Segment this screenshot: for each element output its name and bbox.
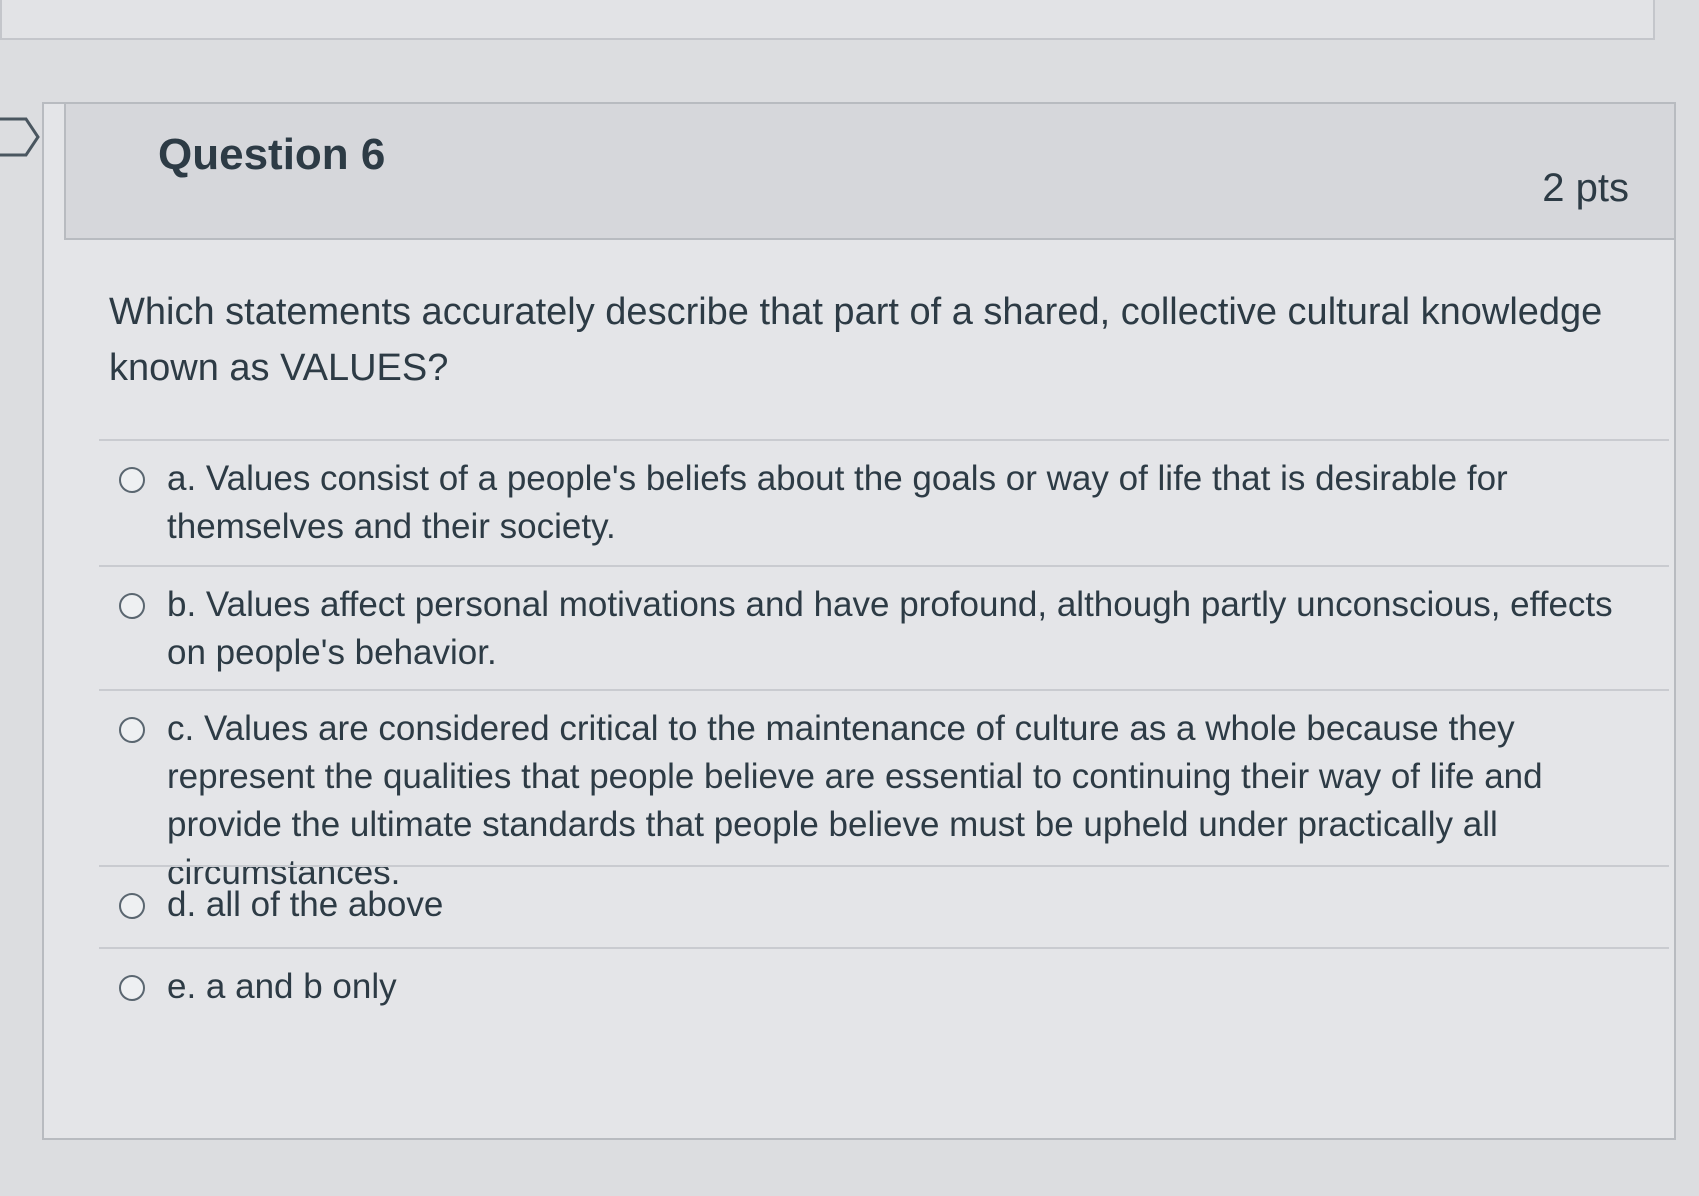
answer-label[interactable]: b. Values affect personal motivations an… (167, 581, 1649, 677)
answer-option-e[interactable]: e. a and b only (99, 947, 1669, 1029)
radio-button-icon[interactable] (119, 593, 145, 619)
question-points: 2 pts (1542, 166, 1629, 210)
question-text: Which statements accurately describe tha… (109, 291, 1603, 389)
answer-list: a. Values consist of a people's beliefs … (99, 439, 1669, 1029)
bookmark-flag-icon[interactable] (0, 117, 40, 157)
answer-option-a[interactable]: a. Values consist of a people's beliefs … (99, 439, 1669, 565)
question-header: Question 6 2 pts (64, 104, 1674, 240)
radio-button-icon[interactable] (119, 975, 145, 1001)
answer-label[interactable]: e. a and b only (167, 963, 1649, 1011)
question-card: Question 6 2 pts Which statements accura… (42, 102, 1676, 1140)
radio-button-icon[interactable] (119, 893, 145, 919)
answer-option-d[interactable]: d. all of the above (99, 865, 1669, 947)
previous-question-card (0, 0, 1655, 40)
question-title: Question 6 (158, 130, 386, 179)
radio-button-icon[interactable] (119, 467, 145, 493)
answer-label[interactable]: d. all of the above (167, 881, 1649, 929)
answer-option-b[interactable]: b. Values affect personal motivations an… (99, 565, 1669, 689)
radio-button-icon[interactable] (119, 717, 145, 743)
answer-label[interactable]: a. Values consist of a people's beliefs … (167, 455, 1649, 551)
answer-option-c[interactable]: c. Values are considered critical to the… (99, 689, 1669, 892)
